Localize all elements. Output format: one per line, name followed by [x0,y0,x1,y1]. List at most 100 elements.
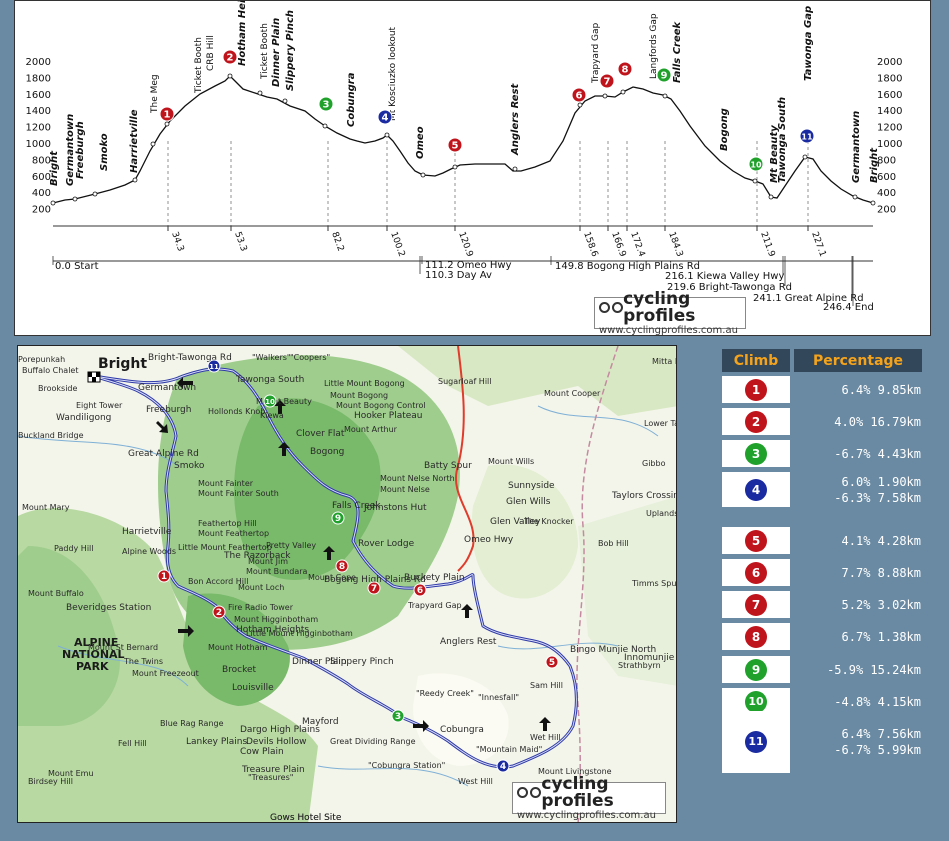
profile-point-dot [752,178,758,184]
climb-gradient-text: -6.7% 5.99km [834,743,921,757]
profile-climb-marker: 2 [222,49,238,65]
map-place-label: Devils Hollow [246,737,307,747]
map-place-label: Timms Spur [631,579,677,588]
climb-row: 6 7.7% 8.88km [722,559,922,586]
svg-text:7: 7 [604,77,611,88]
km-tick-label: 211.9 [758,231,776,259]
climb-percentage: 4.1% 4.28km [798,527,921,554]
elev-tick-left: 1600 [26,90,51,101]
profile-climb-marker: 5 [447,137,463,153]
profile-place-label: Slippery Pinch [285,10,296,91]
map-place-label: Cobungra [440,725,484,735]
profile-point-dot [227,73,233,79]
km-tick-label: 34.3 [169,231,185,253]
svg-text:8: 8 [339,562,345,572]
climb-number-icon: 2 [745,410,767,433]
map-place-label: Beveridges Station [66,603,151,613]
profile-place-label: Ticket Booth [194,37,204,94]
climb-number-icon: 3 [745,442,767,465]
map-place-label: Bob Hill [598,539,629,548]
profile-place-label: Falls Creek [672,20,683,83]
map-place-label: Bogong [310,447,344,457]
map-place-label: Wandiligong [56,413,111,423]
climb-badge: 8 [722,623,790,650]
map-place-label: Mount St Bernard [88,643,158,652]
climb-gradient-text: 6.7% 1.38km [841,629,921,644]
svg-text:5: 5 [452,141,459,152]
climb-gradient-text: 4.1% 4.28km [841,533,921,548]
map-place-label: The Knocker [523,517,574,526]
climb-badge: 1 [722,376,790,403]
profile-place-label: Bright [869,147,880,183]
profile-climb-marker: 3 [318,96,334,112]
map-place-label: Mount Arthur [344,425,398,434]
profile-place-label: Germantown [851,111,862,183]
profile-point-dot [72,196,78,202]
map-place-label: Mount Emu [48,769,94,778]
profile-place-label: Trapyard Gap [591,22,601,84]
map-place-label: Mitta Mitta [652,357,677,366]
map-place-label: Mount Cope [308,573,356,582]
map-place-label: Mount Jim [248,557,288,566]
waypoint-label: 110.3 Day Av [425,270,492,281]
profile-point-dot [257,90,263,96]
elev-tick-left: 200 [32,205,51,216]
map-place-label: Trapyard Gap [407,601,462,610]
climb-row: 11 6.4% 7.56km -6.7% 5.99km [722,711,922,773]
map-place-label: Sugarloaf Hill [438,377,491,386]
km-tick-label: 172.4 [628,231,646,259]
profile-climb-marker: 10 [748,156,764,172]
map-place-label: Mayford [302,717,339,727]
map-place-label: Birdsey Hill [28,777,73,786]
climb-gradient-text: 6.0% 1.90km [841,474,921,489]
climb-badge: 2 [722,408,790,435]
climb-badge: 3 [722,440,790,467]
map-place-label: Kiewa [260,411,284,420]
map-place-label: Mount Wills [488,457,534,466]
map-climb-marker: 9 [331,511,345,525]
climb-percentage: 6.4% 7.56km -6.7% 5.99km [798,711,921,773]
map-place-label: "Coopers" [290,353,330,362]
map-place-label: Hooker Plateau [354,411,423,421]
map-place-label: Buckland Bridge [18,431,84,440]
profile-climb-marker: 9 [656,67,672,83]
climb-badge: 9 [722,656,790,683]
svg-text:4: 4 [500,762,506,772]
elev-tick-left: 1200 [26,123,51,134]
map-place-label: Louisville [232,683,274,693]
profile-point-dot [577,102,583,108]
profile-point-dot [282,98,288,104]
map-place-label: Mount Loch [238,583,284,592]
svg-text:11: 11 [801,133,813,142]
climb-row: 1 6.4% 9.85km [722,376,922,403]
profile-place-label: Dinner Plain [271,18,282,87]
climb-number-icon: 5 [745,529,767,552]
svg-text:2: 2 [227,53,234,64]
elev-tick-right: 1400 [877,106,902,117]
km-tick-label: 82.2 [329,231,345,253]
profile-place-label: Bright [49,150,60,186]
profile-point-dot [452,164,458,170]
map-place-label: Brookside [38,384,77,393]
profile-place-label: Hotham Heights [237,1,248,66]
svg-text:9: 9 [661,71,668,82]
profile-point-dot [802,154,808,160]
climb-gradient-text: -4.8% 4.15km [834,694,921,709]
map-climb-marker: 7 [367,581,381,595]
profile-place-label: Mt Kosciuzko lookout [388,26,398,121]
waypoint-label: 216.1 Kiewa Valley Hwy [665,271,784,282]
climb-gradient-text: -6.7% 4.43km [834,446,921,461]
map-place-label: Fell Hill [118,739,147,748]
map-place-label: Bright [98,356,147,372]
map-logo-title: cycling profiles [541,773,614,811]
map-place-label: Buckety Plain [404,573,465,583]
profile-climb-marker: 4 [377,109,393,125]
climb-header: Climb [722,349,790,372]
map-place-label: Freeburgh [146,405,191,415]
svg-text:11: 11 [209,363,219,371]
map-place-label: Smoko [174,461,205,471]
map-climb-marker: 4 [496,759,510,773]
map-climb-marker: 3 [391,709,405,723]
map-place-label: West Hill [458,777,493,786]
climb-number-icon: 1 [745,378,767,401]
